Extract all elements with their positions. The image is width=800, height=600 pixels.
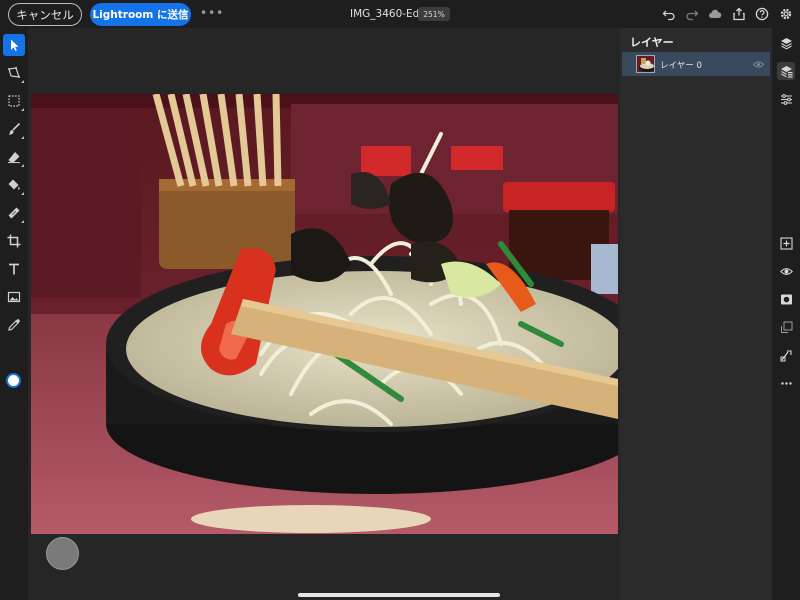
layer-thumbnail	[636, 55, 655, 73]
layers-panel: レイヤー レイヤー 0	[620, 28, 772, 600]
top-bar: キャンセル Lightroom に送信 ••• IMG_3460-Edit 25…	[0, 0, 800, 28]
eyedropper-tool[interactable]	[3, 314, 25, 336]
image-icon	[7, 291, 21, 303]
send-to-lightroom-button[interactable]: Lightroom に送信	[90, 3, 191, 26]
undo-icon[interactable]	[660, 5, 678, 23]
brush-icon	[8, 122, 21, 135]
visibility-icon[interactable]	[777, 262, 795, 280]
help-icon[interactable]	[753, 5, 771, 23]
marquee-tool[interactable]	[3, 90, 25, 112]
share-icon[interactable]	[730, 5, 748, 23]
zoom-level-badge[interactable]: 251%	[418, 7, 450, 21]
move-icon	[11, 39, 19, 51]
eyedropper-icon	[8, 319, 20, 331]
layer-properties-icon[interactable]	[777, 62, 795, 80]
crop-icon	[7, 234, 21, 248]
document-title: IMG_3460-Edit	[350, 8, 427, 20]
clipping-icon[interactable]	[777, 318, 795, 336]
more-icon[interactable]	[777, 374, 795, 392]
eraser-icon	[8, 152, 20, 164]
layer-row[interactable]: レイヤー 0	[622, 52, 770, 76]
layers-icon[interactable]	[777, 34, 795, 52]
tools-toolbar	[0, 28, 28, 600]
canvas-area[interactable]	[28, 28, 620, 600]
foreground-color[interactable]	[6, 373, 21, 388]
eraser-tool[interactable]	[3, 146, 25, 168]
fx-icon[interactable]	[777, 346, 795, 364]
type-tool[interactable]	[3, 258, 25, 280]
fill-tool[interactable]	[3, 174, 25, 196]
document-image[interactable]	[31, 94, 618, 534]
place-image-tool[interactable]	[3, 286, 25, 308]
touch-shortcut-button[interactable]	[46, 537, 79, 570]
fill-icon	[8, 179, 20, 190]
healing-icon	[8, 207, 20, 219]
marquee-icon	[8, 95, 20, 107]
mask-icon[interactable]	[777, 290, 795, 308]
crop-tool[interactable]	[3, 230, 25, 252]
cancel-button[interactable]: キャンセル	[8, 3, 82, 26]
home-indicator	[298, 593, 500, 597]
cloud-icon[interactable]	[706, 5, 724, 23]
layers-panel-title: レイヤー	[630, 36, 674, 49]
lasso-icon	[8, 67, 20, 78]
photoshop-app: キャンセル Lightroom に送信 ••• IMG_3460-Edit 25…	[0, 0, 800, 600]
right-icon-rail	[772, 28, 800, 600]
color-swatch[interactable]	[6, 373, 22, 397]
more-menu-button[interactable]: •••	[200, 6, 224, 20]
move-tool[interactable]	[3, 34, 25, 56]
settings-icon[interactable]	[777, 5, 795, 23]
brush-tool[interactable]	[3, 118, 25, 140]
lasso-tool[interactable]	[3, 62, 25, 84]
add-layer-icon[interactable]	[777, 234, 795, 252]
type-icon	[9, 263, 19, 275]
layer-name: レイヤー 0	[660, 61, 702, 71]
eye-icon[interactable]	[753, 59, 764, 70]
healing-tool[interactable]	[3, 202, 25, 224]
redo-icon[interactable]	[683, 5, 701, 23]
adjustments-icon[interactable]	[777, 90, 795, 108]
